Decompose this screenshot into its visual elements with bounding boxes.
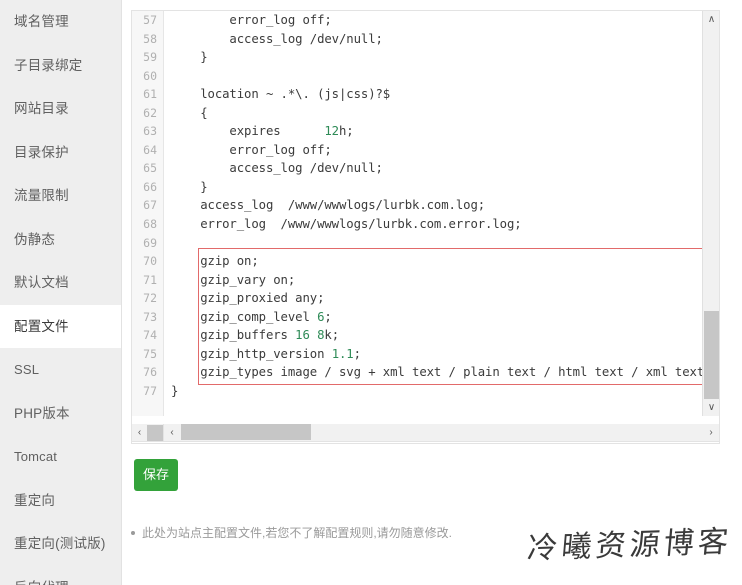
sidebar-item-2[interactable]: 网站目录 [0,87,121,131]
code-line[interactable]: access_log /dev/null; [171,159,719,178]
sidebar-item-0[interactable]: 域名管理 [0,0,121,44]
code-lines[interactable]: error_log off; access_log /dev/null; } l… [165,11,719,401]
line-number: 77 [143,383,157,398]
code-line[interactable]: gzip on; [171,252,719,271]
code-line[interactable]: gzip_comp_level 6; [171,308,719,327]
sidebar-item-12[interactable]: 重定向(测试版) [0,522,121,566]
line-number: 59 [143,50,157,65]
code-editor[interactable]: 57 58 59 60 61 62 63 64 65 66 67 68 69 70 71 72 73 74 75 76… [131,10,720,444]
code-line[interactable]: location ~ .*\. (js|css)?$ [171,85,719,104]
code-line[interactable] [171,234,719,253]
line-number: 66 [143,179,157,194]
sidebar-item-3[interactable]: 目录保护 [0,131,121,175]
horizontal-scrollbar-row: ‹ ‹ › [131,424,720,442]
line-number-gutter: 57 58 59 60 61 62 63 64 65 66 67 68 69 70 71 72 73 74 75 76… [132,11,164,416]
code-line[interactable]: } [171,382,719,401]
scroll-left-arrow-icon[interactable]: ‹ [164,424,180,440]
vertical-scrollbar-thumb[interactable] [704,311,719,403]
sidebar-item-10[interactable]: Tomcat [0,435,121,479]
code-line[interactable]: } [171,178,719,197]
line-number: 68 [143,217,157,232]
line-number: 57 [143,13,157,27]
code-line[interactable]: expires 12h; [171,122,719,141]
config-warning-note: 此处为站点主配置文件,若您不了解配置规则,请勿随意修改. [131,524,452,541]
line-number: 70 [143,254,157,269]
code-line[interactable]: error_log /www/wwwlogs/lurbk.com.error.l… [171,215,719,234]
vertical-scrollbar[interactable]: ∧ ∨ [702,11,719,416]
scroll-down-arrow-icon[interactable]: ∨ [703,399,719,416]
bullet-icon [131,530,135,535]
line-number: 60 [143,68,157,83]
scroll-right-arrow-icon[interactable]: › [703,424,719,440]
code-line[interactable]: { [171,104,719,123]
sidebar-item-8[interactable]: SSL [0,348,121,392]
code-line[interactable]: access_log /www/wwwlogs/lurbk.com.log; [171,196,719,215]
gutter-scroll-left-arrow-icon[interactable]: ‹ [132,427,147,438]
sidebar-item-1[interactable]: 子目录绑定 [0,44,121,88]
gutter-scrollbar-thumb[interactable] [147,424,163,441]
line-number: 75 [143,346,157,361]
line-number: 63 [143,124,157,139]
code-line[interactable]: error_log off; [171,11,719,30]
code-horizontal-scrollbar[interactable]: ‹ › [164,424,720,442]
code-line[interactable]: } [171,48,719,67]
line-number: 62 [143,105,157,120]
line-number: 67 [143,198,157,213]
code-line[interactable]: gzip_buffers 16 8k; [171,326,719,345]
watermark: 冷曦资源博客 [525,524,734,567]
sidebar: 域名管理 子目录绑定 网站目录 目录保护 流量限制 伪静态 默认文档 配置文件 SSL PHP版本… [0,0,122,585]
line-number: 76 [143,365,157,380]
line-number: 58 [143,31,157,46]
line-number: 69 [143,235,157,250]
sidebar-item-9[interactable]: PHP版本 [0,392,121,436]
config-file-page: 域名管理 子目录绑定 网站目录 目录保护 流量限制 伪静态 默认文档 配置文件 SSL PHP版本… [0,0,742,585]
code-line[interactable]: error_log off; [171,141,719,160]
sidebar-item-7[interactable]: 配置文件 [0,304,121,348]
sidebar-item-13[interactable]: 反向代理 [0,566,121,585]
sidebar-item-4[interactable]: 流量限制 [0,174,121,218]
gutter-horizontal-scrollbar[interactable]: ‹ [131,424,164,442]
code-line[interactable] [171,67,719,86]
config-warning-text: 此处为站点主配置文件,若您不了解配置规则,请勿随意修改. [142,526,453,540]
line-number: 74 [143,328,157,343]
sidebar-item-11[interactable]: 重定向 [0,479,121,523]
code-text-area[interactable]: error_log off; access_log /dev/null; } l… [165,11,719,416]
line-number: 71 [143,272,157,287]
line-number: 64 [143,142,157,157]
line-number: 73 [143,309,157,324]
line-number: 61 [143,87,157,102]
code-line[interactable]: gzip_vary on; [171,271,719,290]
horizontal-scrollbar-thumb[interactable] [181,424,311,440]
scroll-up-arrow-icon[interactable]: ∧ [703,11,719,28]
code-line[interactable]: gzip_http_version 1.1; [171,345,719,364]
code-line[interactable]: gzip_proxied any; [171,289,719,308]
line-number: 65 [143,161,157,176]
sidebar-item-6[interactable]: 默认文档 [0,261,121,305]
sidebar-item-5[interactable]: 伪静态 [0,218,121,262]
line-number: 72 [143,291,157,306]
save-button[interactable]: 保存 [134,459,178,491]
code-line[interactable]: gzip_types image / svg + xml text / plai… [171,363,719,382]
code-line[interactable]: access_log /dev/null; [171,30,719,49]
